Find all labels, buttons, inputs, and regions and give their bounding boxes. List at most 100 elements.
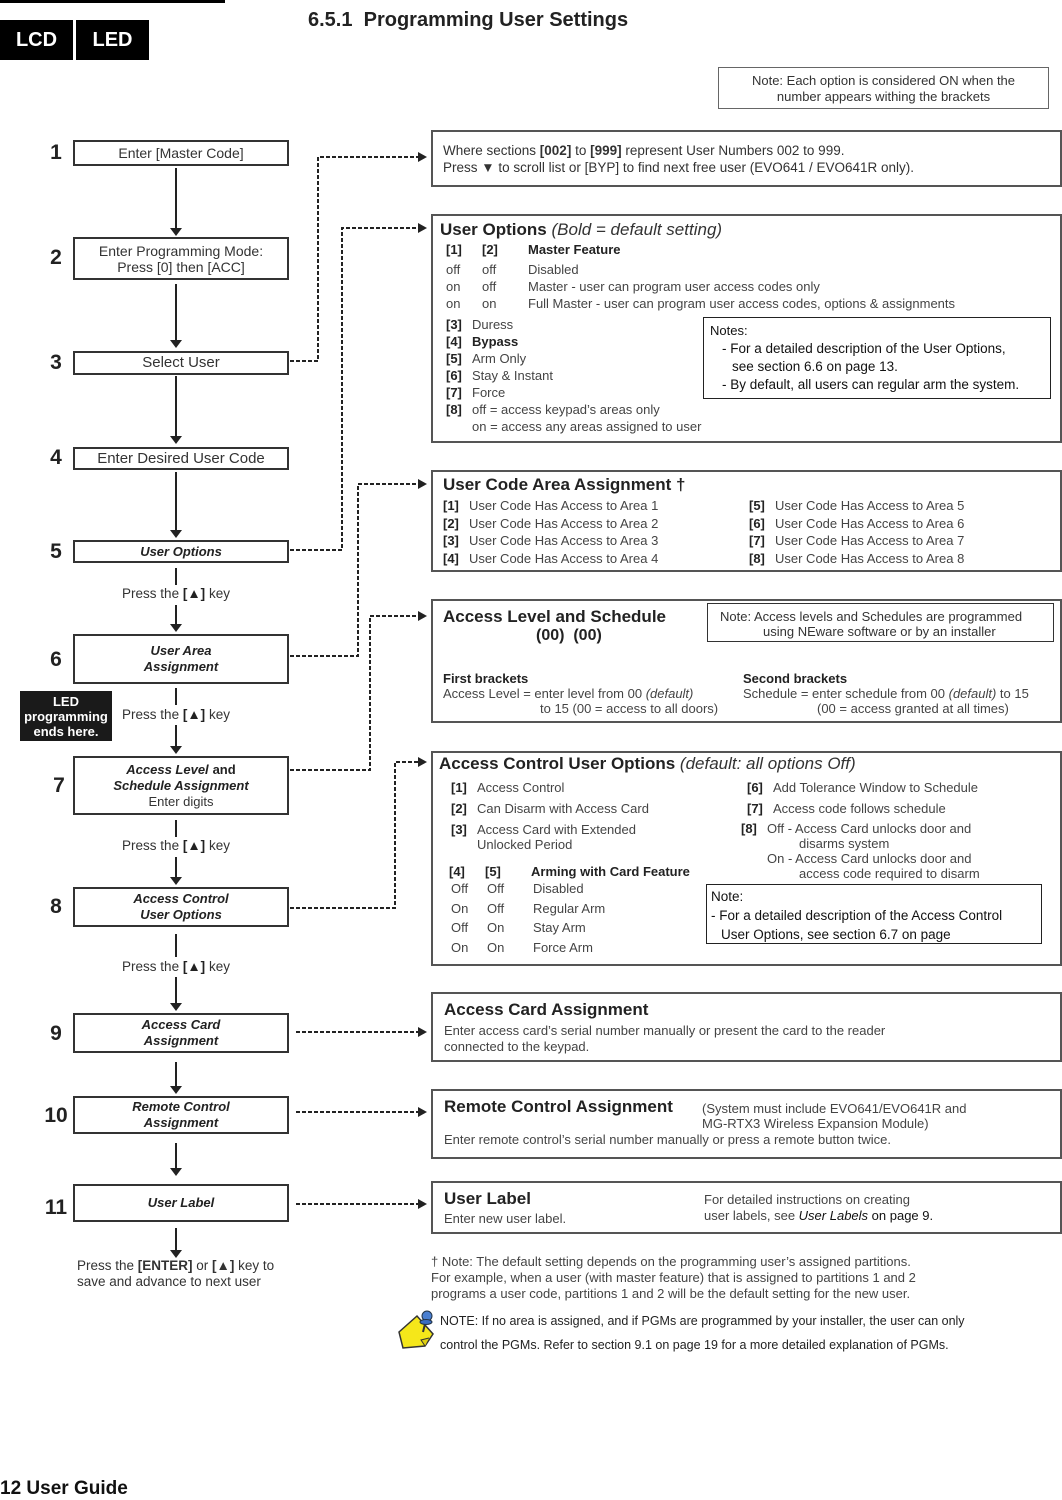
step-number: 6 [50, 648, 62, 671]
connector-step8 [290, 761, 418, 909]
step-box-user-options: User Options [73, 540, 289, 563]
remote-control-panel: Remote Control Assignment (System must i… [431, 1089, 1062, 1159]
panel-title: User Label [444, 1189, 531, 1208]
option-key: [7] [747, 801, 763, 816]
access-control-option: [3] Access Card with Extended Unlocked Per… [439, 822, 735, 852]
section-title: Programming User Settings [363, 9, 629, 31]
step-label: Enter Programming Mode: [98, 242, 264, 259]
up-arrow-key-icon: [▲] [182, 707, 206, 722]
option-key: [4] [446, 334, 462, 349]
area-label: User Code Has Access to Area 6 [775, 515, 965, 531]
final-press-instruction: Press the [ENTER] or [▲] key to save and… [77, 1258, 275, 1289]
option-key: [2] [451, 801, 467, 816]
area-label: User Code Has Access to Area 2 [469, 515, 659, 531]
press-up-key-label: Press the [▲] key [122, 959, 230, 974]
pgm-note: NOTE: If no area is assigned, and if PGM… [440, 1314, 965, 1352]
step-box-select-user: Select User [73, 351, 289, 375]
step-label: Assignment [143, 1115, 219, 1130]
step-label: Access Card [141, 1017, 221, 1032]
option-2-value: off [482, 279, 497, 294]
area-access-item: [8] User Code Has Access to Area 8 [749, 550, 964, 568]
step-box-user-code: Enter Desired User Code [73, 447, 289, 470]
area-label: User Code Has Access to Area 4 [469, 550, 659, 566]
press-up-key-label: Press the [▲] key [122, 838, 230, 853]
user-options-notes: Notes: - For a detailed description of t… [703, 317, 1051, 399]
user-label-reference: For detailed instructions on creating us… [704, 1192, 934, 1223]
connector-step6 [290, 483, 418, 657]
card-feature-table: Off Off Disabled On Off Regular Arm Off On Stay … [439, 879, 735, 957]
dagger-footnote: † Note: The default setting depends on t… [431, 1254, 916, 1301]
area-access-item: [7] User Code Has Access to Area 7 [749, 532, 964, 550]
step-number: 5 [50, 540, 62, 563]
panel-text: Enter new user label. [444, 1211, 567, 1226]
area-label: User Code Has Access to Area 7 [775, 533, 965, 548]
step-box-access-control: Access Control User Options [73, 887, 289, 927]
section-number: 6.5.1 [308, 9, 353, 31]
area-key: [2] [443, 515, 459, 531]
step-box-access-level: Access Level and Schedule Assignment Ent… [73, 756, 289, 815]
access-card-panel: Access Card Assignment Enter access card… [431, 992, 1062, 1062]
note-line: Note: Each option is considered ON when … [751, 73, 1016, 88]
step-box-remote-control: Remote Control Assignment [73, 1096, 289, 1134]
step-number: 10 [44, 1104, 68, 1127]
access-control-option: [7] Access code follows schedule [735, 801, 980, 816]
option-5-value: On [487, 920, 505, 935]
access-control-note: Note: - For a detailed description of th… [706, 884, 1042, 944]
area-label: User Code Has Access to Area 1 [469, 498, 659, 513]
option-2-value: off [482, 262, 497, 277]
card-feature-description: Disabled [533, 881, 584, 896]
area-list-left: [1] User Code Has Access to Area 1 [2] User… [443, 497, 749, 567]
up-arrow-key-icon: [▲] [182, 838, 206, 853]
option-4-value: Off [451, 920, 469, 935]
option-8: [8] Off - Access Card unlocks door and d… [741, 821, 980, 881]
option-label: Add Tolerance Window to Schedule [773, 780, 978, 795]
option-5-value: Off [487, 900, 505, 916]
up-arrow-key-icon: [▲] [182, 586, 206, 601]
option-key: [8] [446, 402, 462, 417]
panel-title: User Options [440, 220, 547, 239]
step-label: User Options [140, 543, 222, 559]
user-option-item: [8] off = access keypad’s areas only [440, 401, 1060, 418]
step-number: 3 [50, 351, 62, 374]
option-key: [3] [451, 822, 467, 837]
area-assignment-panel: User Code Area Assignment † [1] User Code… [431, 470, 1062, 572]
area-access-item: [6] User Code Has Access to Area 6 [749, 515, 964, 533]
master-feature-row: on off Master - user can program user acce… [440, 278, 1060, 295]
step-label: Access Level [126, 762, 209, 777]
option-label: Arm Only [472, 351, 527, 366]
step-label: Assignment [143, 659, 219, 674]
option-key: [7] [446, 385, 462, 400]
access-control-option: [6] Add Tolerance Window to Schedule [735, 780, 980, 795]
card-feature-header: [4] [5] Arming with Card Feature [449, 864, 690, 879]
step-box-programming-mode: Enter Programming Mode: Press [0] then [… [73, 237, 289, 280]
access-level-note: Note: Access levels and Schedules are pr… [707, 603, 1054, 642]
option-label-line: Access Control [477, 780, 565, 795]
card-feature-row: Off Off Disabled [439, 879, 735, 899]
option-label: Bypass [472, 334, 519, 349]
area-label: User Code Has Access to Area 8 [775, 550, 965, 566]
option-1-value: on [446, 296, 461, 311]
step-number: 8 [50, 895, 62, 918]
option-label-line: Add Tolerance Window to Schedule [773, 780, 978, 795]
up-arrow-key-icon: [▲] [182, 959, 206, 974]
option-4-value: Off [451, 881, 469, 896]
tab-lcd: LCD [0, 20, 73, 60]
step-box-access-card: Access Card Assignment [73, 1013, 289, 1053]
panel-title: Remote Control Assignment [444, 1097, 673, 1116]
card-feature-row: On Off Regular Arm [439, 899, 735, 919]
step-label: Access Control [133, 891, 229, 906]
area-key: [4] [443, 550, 459, 566]
option-key: [3] [446, 317, 462, 332]
area-access-item: [5] User Code Has Access to Area 5 [749, 497, 964, 515]
user-labels-link[interactable]: User Labels [799, 1208, 868, 1223]
area-access-item: [2] User Code Has Access to Area 2 [443, 515, 749, 533]
area-key: [1] [443, 498, 459, 513]
top-rule [0, 0, 225, 3]
option-label-line: Access Card with Extended [477, 822, 636, 837]
step-label: Select User [142, 354, 220, 371]
option-4-value: On [451, 939, 469, 955]
tab-led: LED [76, 20, 149, 60]
option-label: off = access keypad’s areas only [472, 402, 660, 417]
led-programming-ends-badge: LED programming ends here. [20, 691, 112, 741]
second-brackets-desc: Second brackets Schedule = enter schedul… [743, 671, 1029, 716]
